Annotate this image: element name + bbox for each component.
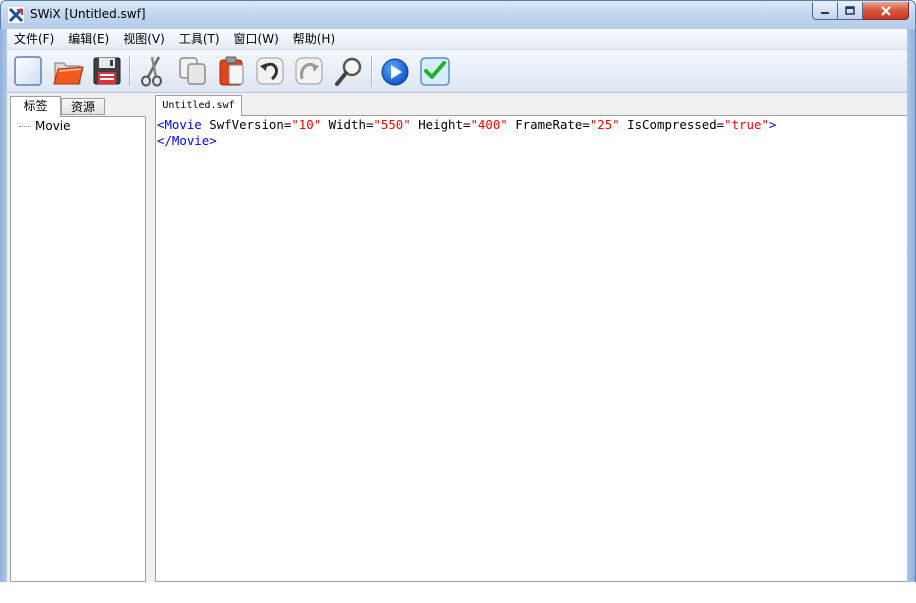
client-area: 文件(F) 编辑(E) 视图(V) 工具(T) 窗口(W) 帮助(H) 标签 资…	[7, 29, 907, 582]
copy-icon	[179, 57, 206, 85]
document-tab[interactable]: Untitled.swf	[155, 95, 242, 116]
code-attr-name: IsCompressed	[627, 117, 717, 132]
close-button[interactable]	[863, 2, 909, 20]
code-attr-value: "true"	[724, 117, 769, 132]
panel-tabs: 标签 资源	[10, 96, 146, 117]
toolbar-separator	[371, 56, 372, 86]
find-magnifier-icon	[335, 57, 362, 86]
editor-area: Untitled.swf <Movie SwfVersion="10" Widt…	[153, 93, 907, 582]
panel-splitter[interactable]	[146, 96, 153, 582]
code-line-2: </Movie>	[157, 133, 907, 149]
cut-scissors-icon	[141, 56, 162, 87]
code-attr-value: "25"	[589, 117, 620, 132]
tag-resource-panel: 标签 资源 Movie	[10, 96, 146, 582]
redo-icon	[295, 57, 323, 85]
code-punct: >	[768, 117, 777, 132]
menu-edit[interactable]: 编辑(E)	[61, 29, 116, 49]
tab-resources[interactable]: 资源	[61, 98, 105, 115]
play-button[interactable]	[379, 55, 411, 87]
play-icon	[381, 58, 409, 86]
menu-help[interactable]: 帮助(H)	[286, 29, 342, 49]
maximize-button[interactable]	[838, 2, 863, 20]
maximize-icon	[845, 6, 855, 15]
code-attr-name: SwfVersion	[209, 117, 284, 132]
code-attr-name: FrameRate	[515, 117, 583, 132]
code-attr-name: Height	[418, 117, 463, 132]
toolbar-separator	[129, 56, 130, 86]
undo-icon	[256, 57, 284, 85]
open-button[interactable]	[52, 55, 84, 87]
undo-button[interactable]	[254, 55, 286, 87]
paste-button[interactable]	[215, 55, 247, 87]
code-attr-name: Width	[328, 117, 366, 132]
find-button[interactable]	[333, 55, 365, 87]
open-folder-icon	[53, 62, 84, 85]
cut-button[interactable]	[137, 55, 169, 87]
save-disk-icon	[93, 57, 121, 85]
code-punct: >	[209, 133, 217, 148]
new-document-icon	[14, 56, 42, 86]
tag-tree: Movie	[10, 116, 146, 582]
tree-connector	[19, 125, 31, 127]
menu-tools[interactable]: 工具(T)	[172, 29, 227, 49]
menu-file[interactable]: 文件(F)	[7, 29, 61, 49]
minimize-icon	[821, 11, 829, 14]
paste-clipboard-icon	[219, 56, 244, 86]
window-right-border	[907, 29, 915, 582]
title-bar[interactable]: SWiX [Untitled.swf]	[1, 1, 915, 30]
tree-node-movie[interactable]: Movie	[19, 119, 71, 133]
window-title: SWiX [Untitled.swf]	[30, 7, 146, 21]
code-punct: </	[157, 133, 172, 148]
code-attr-value: "10"	[291, 117, 322, 132]
redo-button[interactable]	[293, 55, 325, 87]
tree-node-label: Movie	[35, 119, 71, 133]
code-tag-name: Movie	[164, 117, 202, 132]
validate-check-icon	[420, 57, 450, 86]
minimize-button[interactable]	[812, 2, 838, 20]
code-line-1: <Movie SwfVersion="10" Width="550" Heigh…	[157, 117, 777, 132]
code-tag-name: Movie	[171, 133, 210, 148]
close-icon	[880, 5, 891, 16]
tab-tags[interactable]: 标签	[10, 96, 61, 117]
toolbar	[7, 49, 907, 93]
validate-button[interactable]	[419, 55, 451, 87]
window-left-border	[0, 29, 7, 582]
save-button[interactable]	[91, 55, 123, 87]
menu-bar: 文件(F) 编辑(E) 视图(V) 工具(T) 窗口(W) 帮助(H)	[7, 29, 907, 49]
code-attr-value: "400"	[470, 117, 508, 132]
code-attr-value: "550"	[373, 117, 411, 132]
copy-button[interactable]	[177, 55, 209, 87]
menu-view[interactable]: 视图(V)	[116, 29, 172, 49]
new-button[interactable]	[12, 55, 44, 87]
code-editor[interactable]: <Movie SwfVersion="10" Width="550" Heigh…	[155, 115, 907, 582]
swix-app-icon	[8, 7, 24, 23]
menu-window[interactable]: 窗口(W)	[227, 29, 286, 49]
